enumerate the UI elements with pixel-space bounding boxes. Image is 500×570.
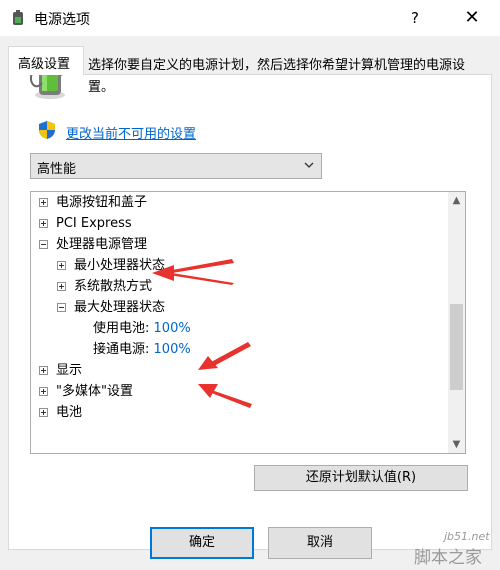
help-button[interactable]: ? <box>398 0 432 36</box>
expand-icon[interactable] <box>39 366 48 375</box>
setting-on-battery[interactable]: 使用电池: 100% <box>93 318 191 339</box>
scroll-up-icon[interactable]: ▲ <box>448 192 465 209</box>
power-options-icon <box>13 10 23 25</box>
tab-label: 高级设置 <box>18 57 71 72</box>
watermark-url: jb51.net <box>444 530 490 543</box>
expand-icon[interactable] <box>39 387 48 396</box>
collapse-icon[interactable] <box>57 303 66 312</box>
setting-plugged-in[interactable]: 接通电源: 100% <box>93 339 191 360</box>
annotation-arrow-icon <box>152 259 234 285</box>
power-plan-select[interactable]: 高性能 <box>30 153 322 179</box>
collapse-icon[interactable] <box>39 240 48 249</box>
plugged-in-value[interactable]: 100% <box>154 342 191 357</box>
cancel-button[interactable]: 取消 <box>268 527 372 559</box>
annotation-arrow-icon <box>198 384 252 408</box>
intro-description: 选择你要自定义的电源计划，然后选择你希望计算机管理的电源设置。 <box>88 58 466 95</box>
scrollbar-thumb[interactable] <box>450 304 463 390</box>
close-button[interactable]: ✕ <box>452 0 492 36</box>
chevron-down-icon <box>304 162 314 168</box>
vertical-scrollbar[interactable]: ▲ ▼ <box>448 192 465 453</box>
title-bar: 电源选项 ? ✕ <box>0 0 500 36</box>
window-title: 电源选项 <box>34 12 90 28</box>
selected-plan: 高性能 <box>37 162 77 177</box>
expand-icon[interactable] <box>39 408 48 417</box>
expand-icon[interactable] <box>39 198 48 207</box>
restore-defaults-button[interactable]: 还原计划默认值(R) <box>254 465 468 491</box>
tab-advanced-settings[interactable]: 高级设置 <box>8 46 84 75</box>
on-battery-value[interactable]: 100% <box>154 321 191 336</box>
change-unavailable-settings-link[interactable]: 更改当前不可用的设置 <box>66 123 196 142</box>
expand-icon[interactable] <box>57 261 66 270</box>
ok-button[interactable]: 确定 <box>150 527 254 559</box>
expand-icon[interactable] <box>39 219 48 228</box>
watermark-text: 脚本之家 <box>414 548 482 568</box>
uac-shield-icon <box>39 121 55 139</box>
scroll-down-icon[interactable]: ▼ <box>448 436 465 453</box>
annotation-arrow-icon <box>198 342 251 370</box>
expand-icon[interactable] <box>57 282 66 291</box>
power-settings-tree[interactable]: 电源按钮和盖子 PCI Express 处理器电源管理 最小处理器状态 系统散热… <box>30 191 466 454</box>
